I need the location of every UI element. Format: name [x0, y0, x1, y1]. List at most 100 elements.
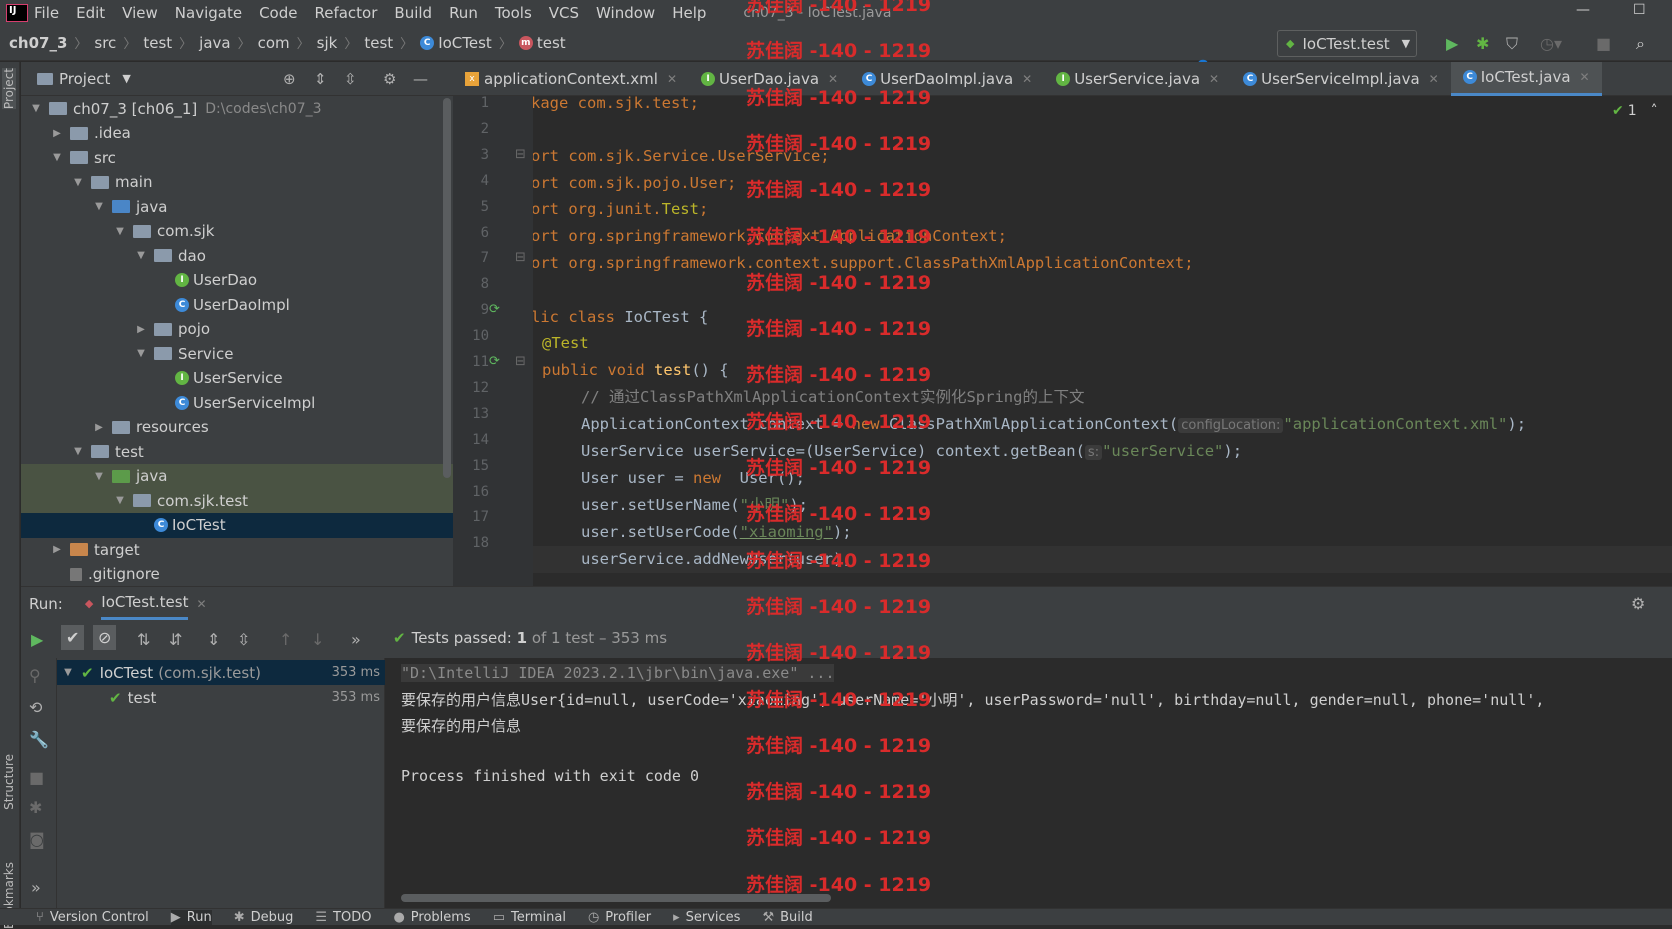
- chevron-right-icon[interactable]: ▶: [92, 422, 106, 433]
- more-icon[interactable]: »: [31, 878, 41, 897]
- breadcrumb-src[interactable]: src: [94, 34, 116, 52]
- run-tab[interactable]: IoCTest.test: [101, 587, 189, 620]
- tree-item[interactable]: C UserServiceImpl: [21, 390, 453, 415]
- tool-build[interactable]: ⚒ Build: [762, 910, 812, 925]
- tree-item[interactable]: ▼ main: [21, 170, 453, 195]
- chevron-down-icon[interactable]: ▼: [92, 471, 106, 482]
- menu-build[interactable]: Build: [394, 4, 432, 22]
- fold-icon[interactable]: ⊟: [515, 250, 526, 265]
- tree-item[interactable]: ▼ java: [21, 194, 453, 219]
- test-row-ioctest[interactable]: ▼ ✔ IoCTest (com.sjk.test) 353 ms: [57, 660, 385, 685]
- chevron-down-icon[interactable]: ▼: [71, 177, 85, 188]
- rerun-icon[interactable]: ▶: [31, 630, 43, 649]
- breadcrumb-test[interactable]: test: [143, 34, 172, 52]
- chevron-down-icon[interactable]: ▼: [71, 446, 85, 457]
- chevron-down-icon[interactable]: ▼: [122, 72, 130, 85]
- menu-tools[interactable]: Tools: [495, 4, 532, 22]
- tree-item[interactable]: .gitignore: [21, 562, 453, 587]
- tab-ioctest-java[interactable]: C IoCTest.java ✕: [1450, 61, 1602, 96]
- coverage-icon[interactable]: ⛉: [1506, 34, 1518, 54]
- tool-terminal[interactable]: ▭ Terminal: [493, 910, 566, 925]
- tool-todo[interactable]: ☰ TODO: [315, 910, 371, 925]
- tree-item[interactable]: ▼ test: [21, 439, 453, 464]
- fold-icon[interactable]: ⊟: [515, 147, 526, 162]
- locate-icon[interactable]: ⊕: [283, 70, 296, 88]
- chevron-right-icon[interactable]: ▶: [50, 544, 64, 555]
- tree-item[interactable]: C UserDaoImpl: [21, 292, 453, 317]
- chevron-right-icon[interactable]: ▶: [50, 128, 64, 139]
- wrench-disabled-icon[interactable]: ⚲: [29, 666, 41, 685]
- prev-failed-icon[interactable]: ↑: [279, 630, 292, 649]
- tree-item[interactable]: ▼ dao: [21, 243, 453, 268]
- project-panel-title[interactable]: Project: [59, 70, 110, 88]
- close-icon[interactable]: ✕: [667, 72, 677, 86]
- chevron-down-icon[interactable]: ▼: [50, 152, 64, 163]
- project-scrollbar[interactable]: [443, 98, 451, 478]
- menu-code[interactable]: Code: [259, 4, 297, 22]
- more-icon[interactable]: »: [351, 630, 361, 649]
- tool-run[interactable]: ▶ Run: [170, 909, 212, 925]
- console-scrollbar[interactable]: [401, 894, 831, 902]
- tree-item[interactable]: ▼ java: [21, 463, 453, 489]
- console-line[interactable]: "D:\IntelliJ IDEA 2023.2.1\jbr\bin\java.…: [401, 664, 835, 682]
- menu-refactor[interactable]: Refactor: [314, 4, 377, 22]
- chevron-down-icon[interactable]: ▼: [92, 201, 106, 212]
- run-gutter-icon[interactable]: ⟳: [489, 302, 500, 317]
- tree-item[interactable]: ▼ com.sjk: [21, 219, 453, 244]
- sort-duration-icon[interactable]: ⇵: [169, 630, 182, 649]
- test-row-test[interactable]: ✔ test 353 ms: [57, 685, 385, 710]
- chevron-down-icon[interactable]: ▼: [134, 348, 148, 359]
- run-gutter-icon[interactable]: ⟳: [489, 354, 500, 369]
- tree-item[interactable]: ▶ resources: [21, 415, 453, 440]
- close-icon[interactable]: ✕: [1209, 72, 1219, 86]
- project-tool-button[interactable]: Project: [2, 68, 16, 110]
- breadcrumb-test-pkg[interactable]: test: [364, 34, 393, 52]
- tree-item[interactable]: I UserService: [21, 366, 453, 391]
- hide-icon[interactable]: —: [413, 70, 428, 88]
- minimize-button[interactable]: —: [1576, 2, 1590, 18]
- next-failed-icon[interactable]: ↓: [311, 630, 324, 649]
- tab-applicationcontext-xml[interactable]: x applicationContext.xml ✕: [453, 62, 689, 96]
- chevron-down-icon[interactable]: ▼: [29, 103, 43, 114]
- run-icon[interactable]: ▶: [1446, 34, 1458, 53]
- bug-icon[interactable]: ✱: [29, 798, 42, 817]
- tool-version-control[interactable]: ⑂ Version Control: [36, 910, 149, 925]
- sort-alpha-icon[interactable]: ⇅: [137, 630, 150, 649]
- breadcrumb-sjk[interactable]: sjk: [317, 34, 338, 52]
- menu-vcs[interactable]: VCS: [549, 4, 579, 22]
- close-icon[interactable]: ✕: [1429, 72, 1439, 86]
- gear-icon[interactable]: ⚙: [1631, 594, 1645, 613]
- tool-profiler[interactable]: ◷ Profiler: [588, 910, 651, 925]
- menu-edit[interactable]: Edit: [76, 4, 105, 22]
- chevron-up-icon[interactable]: ˄: [1651, 103, 1658, 119]
- tree-item[interactable]: I UserDao: [21, 268, 453, 293]
- gear-icon[interactable]: ⚙: [383, 70, 396, 88]
- menu-run[interactable]: Run: [449, 4, 478, 22]
- tool-problems[interactable]: ● Problems: [393, 910, 470, 925]
- tool-services[interactable]: ▸ Services: [673, 910, 740, 925]
- show-passed-icon[interactable]: ✔: [61, 625, 85, 650]
- maximize-button[interactable]: ☐: [1633, 2, 1646, 18]
- tab-userservice-java[interactable]: I UserService.java ✕: [1044, 62, 1231, 96]
- breadcrumb-project[interactable]: ch07_3: [9, 34, 67, 52]
- breadcrumb-method[interactable]: test: [537, 34, 566, 52]
- profile-icon[interactable]: ◷▾: [1540, 34, 1562, 53]
- breadcrumb-class[interactable]: IoCTest: [438, 34, 492, 52]
- tree-item[interactable]: ▼ ch07_3 [ch06_1] D:\codes\ch07_3: [21, 96, 453, 121]
- menu-help[interactable]: Help: [672, 4, 706, 22]
- stop-icon[interactable]: ■: [1596, 34, 1611, 53]
- menu-window[interactable]: Window: [596, 4, 655, 22]
- tree-item[interactable]: ▶ .idea: [21, 121, 453, 146]
- search-icon[interactable]: ⌕: [1636, 34, 1645, 54]
- collapse-all-icon[interactable]: ⇳: [237, 630, 250, 649]
- debug-icon[interactable]: ✱: [1476, 34, 1489, 53]
- chevron-down-icon[interactable]: ▼: [134, 250, 148, 261]
- code-editor[interactable]: package com.sjk.test; import com.sjk.Ser…: [533, 96, 1672, 586]
- run-configuration-select[interactable]: ◆ IoCTest.test ▼: [1277, 30, 1417, 57]
- breadcrumb-com[interactable]: com: [258, 34, 290, 52]
- chevron-right-icon[interactable]: ▶: [134, 324, 148, 335]
- close-icon[interactable]: ✕: [1022, 72, 1032, 86]
- breadcrumb-java[interactable]: java: [199, 34, 230, 52]
- collapse-all-icon[interactable]: ⇳: [344, 70, 357, 88]
- menu-file[interactable]: File: [34, 4, 59, 22]
